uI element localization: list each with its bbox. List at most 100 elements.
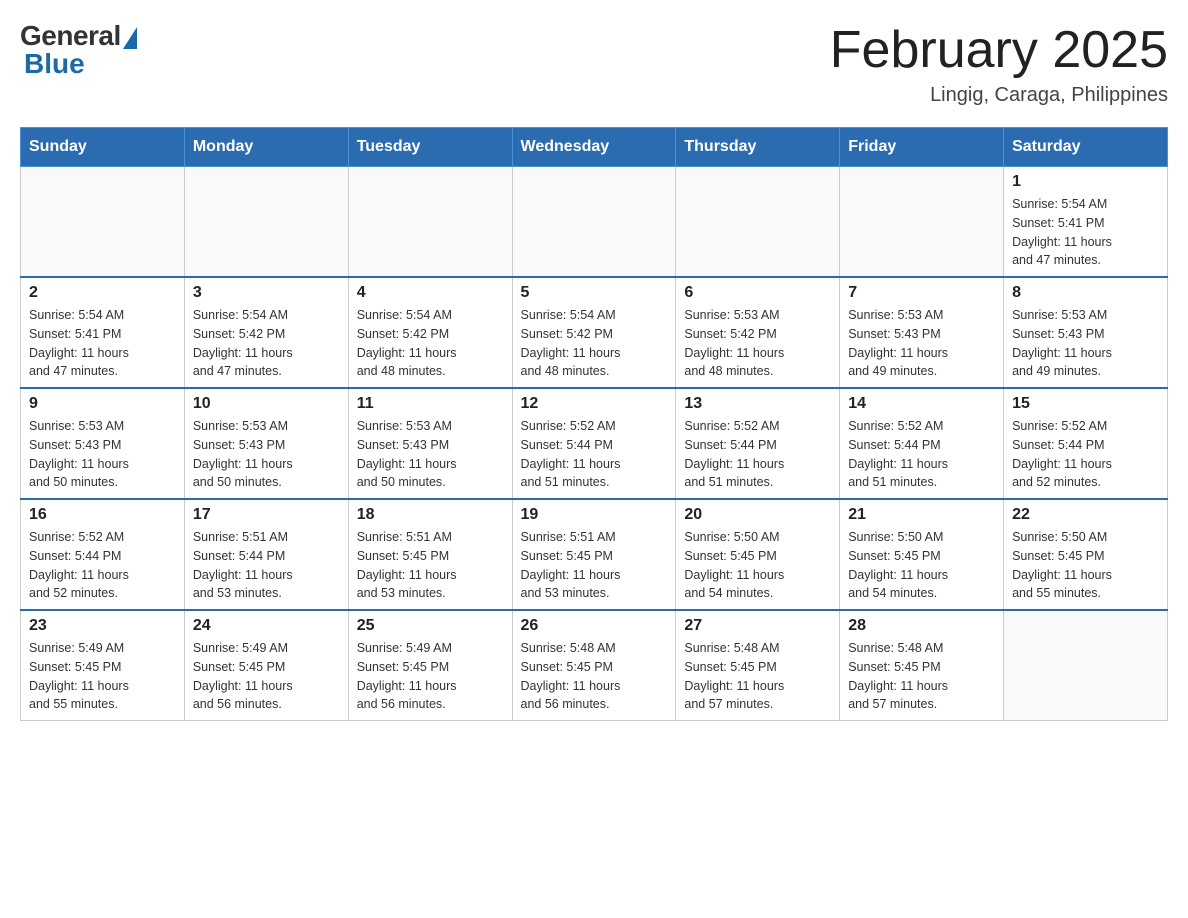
calendar-table: SundayMondayTuesdayWednesdayThursdayFrid…: [20, 127, 1168, 721]
calendar-day-cell: 17 Sunrise: 5:51 AMSunset: 5:44 PMDayligh…: [184, 499, 348, 610]
calendar-day-cell: 27 Sunrise: 5:48 AMSunset: 5:45 PMDayligh…: [676, 610, 840, 721]
calendar-day-cell: 4 Sunrise: 5:54 AMSunset: 5:42 PMDaylight…: [348, 277, 512, 388]
day-number: 4: [357, 284, 504, 302]
day-number: 12: [521, 395, 668, 413]
calendar-week-row: 23 Sunrise: 5:49 AMSunset: 5:45 PMDayligh…: [21, 610, 1168, 721]
calendar-day-cell: [512, 167, 676, 278]
day-number: 13: [684, 395, 831, 413]
calendar-day-cell: 25 Sunrise: 5:49 AMSunset: 5:45 PMDayligh…: [348, 610, 512, 721]
day-number: 22: [1012, 506, 1159, 524]
day-of-week-header: Friday: [840, 128, 1004, 167]
logo-triangle-icon: [123, 27, 137, 49]
day-number: 11: [357, 395, 504, 413]
logo: General Blue: [20, 20, 137, 80]
day-number: 27: [684, 617, 831, 635]
day-number: 23: [29, 617, 176, 635]
calendar-day-cell: 5 Sunrise: 5:54 AMSunset: 5:42 PMDaylight…: [512, 277, 676, 388]
day-info: Sunrise: 5:53 AMSunset: 5:43 PMDaylight:…: [1012, 306, 1159, 381]
day-info: Sunrise: 5:52 AMSunset: 5:44 PMDaylight:…: [684, 417, 831, 492]
calendar-day-cell: 21Sunrise: 5:50 AMSunset: 5:45 PMDayligh…: [840, 499, 1004, 610]
day-info: Sunrise: 5:54 AMSunset: 5:42 PMDaylight:…: [357, 306, 504, 381]
calendar-day-cell: 15 Sunrise: 5:52 AMSunset: 5:44 PMDayligh…: [1004, 388, 1168, 499]
day-number: 1: [1012, 173, 1159, 191]
calendar-week-row: 9 Sunrise: 5:53 AMSunset: 5:43 PMDaylight…: [21, 388, 1168, 499]
day-info: Sunrise: 5:50 AMSunset: 5:45 PMDaylight:…: [684, 528, 831, 603]
day-number: 8: [1012, 284, 1159, 302]
day-info: Sunrise: 5:50 AMSunset: 5:45 PMDaylight:…: [1012, 528, 1159, 603]
day-info: Sunrise: 5:52 AMSunset: 5:44 PMDaylight:…: [29, 528, 176, 603]
day-number: 25: [357, 617, 504, 635]
day-number: 20: [684, 506, 831, 524]
calendar-day-cell: 23 Sunrise: 5:49 AMSunset: 5:45 PMDayligh…: [21, 610, 185, 721]
day-info: Sunrise: 5:53 AMSunset: 5:43 PMDaylight:…: [29, 417, 176, 492]
page-header: General Blue February 2025 Lingig, Carag…: [20, 20, 1168, 107]
day-info: Sunrise: 5:54 AMSunset: 5:41 PMDaylight:…: [1012, 195, 1159, 270]
day-info: Sunrise: 5:48 AMSunset: 5:45 PMDaylight:…: [521, 639, 668, 714]
day-info: Sunrise: 5:54 AMSunset: 5:41 PMDaylight:…: [29, 306, 176, 381]
day-number: 21: [848, 506, 995, 524]
calendar-day-cell: 10Sunrise: 5:53 AMSunset: 5:43 PMDayligh…: [184, 388, 348, 499]
day-info: Sunrise: 5:51 AMSunset: 5:45 PMDaylight:…: [521, 528, 668, 603]
day-number: 26: [521, 617, 668, 635]
day-of-week-header: Sunday: [21, 128, 185, 167]
day-number: 14: [848, 395, 995, 413]
day-number: 19: [521, 506, 668, 524]
day-number: 6: [684, 284, 831, 302]
calendar-day-cell: 7 Sunrise: 5:53 AMSunset: 5:43 PMDaylight…: [840, 277, 1004, 388]
calendar-day-cell: 13 Sunrise: 5:52 AMSunset: 5:44 PMDayligh…: [676, 388, 840, 499]
title-section: February 2025 Lingig, Caraga, Philippine…: [830, 20, 1168, 107]
calendar-day-cell: 24 Sunrise: 5:49 AMSunset: 5:45 PMDayligh…: [184, 610, 348, 721]
day-number: 28: [848, 617, 995, 635]
day-info: Sunrise: 5:51 AMSunset: 5:45 PMDaylight:…: [357, 528, 504, 603]
calendar-body: 1 Sunrise: 5:54 AMSunset: 5:41 PMDaylight…: [21, 167, 1168, 721]
day-info: Sunrise: 5:54 AMSunset: 5:42 PMDaylight:…: [193, 306, 340, 381]
calendar-day-cell: 6 Sunrise: 5:53 AMSunset: 5:42 PMDaylight…: [676, 277, 840, 388]
day-info: Sunrise: 5:49 AMSunset: 5:45 PMDaylight:…: [193, 639, 340, 714]
day-number: 18: [357, 506, 504, 524]
calendar-day-cell: 14Sunrise: 5:52 AMSunset: 5:44 PMDayligh…: [840, 388, 1004, 499]
day-info: Sunrise: 5:52 AMSunset: 5:44 PMDaylight:…: [1012, 417, 1159, 492]
day-number: 7: [848, 284, 995, 302]
calendar-day-cell: 16 Sunrise: 5:52 AMSunset: 5:44 PMDayligh…: [21, 499, 185, 610]
calendar-header: SundayMondayTuesdayWednesdayThursdayFrid…: [21, 128, 1168, 167]
header-row: SundayMondayTuesdayWednesdayThursdayFrid…: [21, 128, 1168, 167]
day-number: 5: [521, 284, 668, 302]
calendar-day-cell: 3Sunrise: 5:54 AMSunset: 5:42 PMDaylight…: [184, 277, 348, 388]
day-info: Sunrise: 5:49 AMSunset: 5:45 PMDaylight:…: [29, 639, 176, 714]
day-info: Sunrise: 5:54 AMSunset: 5:42 PMDaylight:…: [521, 306, 668, 381]
day-of-week-header: Tuesday: [348, 128, 512, 167]
calendar-day-cell: 1 Sunrise: 5:54 AMSunset: 5:41 PMDaylight…: [1004, 167, 1168, 278]
day-info: Sunrise: 5:53 AMSunset: 5:42 PMDaylight:…: [684, 306, 831, 381]
calendar-day-cell: [840, 167, 1004, 278]
day-info: Sunrise: 5:53 AMSunset: 5:43 PMDaylight:…: [848, 306, 995, 381]
calendar-week-row: 16 Sunrise: 5:52 AMSunset: 5:44 PMDayligh…: [21, 499, 1168, 610]
month-title: February 2025: [830, 20, 1168, 80]
calendar-day-cell: [348, 167, 512, 278]
day-number: 24: [193, 617, 340, 635]
calendar-day-cell: 9 Sunrise: 5:53 AMSunset: 5:43 PMDaylight…: [21, 388, 185, 499]
calendar-day-cell: [1004, 610, 1168, 721]
day-info: Sunrise: 5:49 AMSunset: 5:45 PMDaylight:…: [357, 639, 504, 714]
calendar-day-cell: 12 Sunrise: 5:52 AMSunset: 5:44 PMDayligh…: [512, 388, 676, 499]
day-info: Sunrise: 5:52 AMSunset: 5:44 PMDaylight:…: [521, 417, 668, 492]
day-number: 16: [29, 506, 176, 524]
day-info: Sunrise: 5:51 AMSunset: 5:44 PMDaylight:…: [193, 528, 340, 603]
calendar-day-cell: [21, 167, 185, 278]
calendar-day-cell: 20 Sunrise: 5:50 AMSunset: 5:45 PMDayligh…: [676, 499, 840, 610]
calendar-day-cell: 28Sunrise: 5:48 AMSunset: 5:45 PMDayligh…: [840, 610, 1004, 721]
day-number: 17: [193, 506, 340, 524]
calendar-day-cell: 11 Sunrise: 5:53 AMSunset: 5:43 PMDayligh…: [348, 388, 512, 499]
calendar-day-cell: 26 Sunrise: 5:48 AMSunset: 5:45 PMDayligh…: [512, 610, 676, 721]
calendar-day-cell: 22 Sunrise: 5:50 AMSunset: 5:45 PMDayligh…: [1004, 499, 1168, 610]
calendar-day-cell: 19 Sunrise: 5:51 AMSunset: 5:45 PMDayligh…: [512, 499, 676, 610]
day-number: 15: [1012, 395, 1159, 413]
day-number: 10: [193, 395, 340, 413]
day-info: Sunrise: 5:48 AMSunset: 5:45 PMDaylight:…: [684, 639, 831, 714]
calendar-day-cell: [676, 167, 840, 278]
logo-blue-text: Blue: [24, 48, 85, 80]
day-info: Sunrise: 5:53 AMSunset: 5:43 PMDaylight:…: [357, 417, 504, 492]
day-number: 9: [29, 395, 176, 413]
calendar-week-row: 2Sunrise: 5:54 AMSunset: 5:41 PMDaylight…: [21, 277, 1168, 388]
day-of-week-header: Thursday: [676, 128, 840, 167]
calendar-week-row: 1 Sunrise: 5:54 AMSunset: 5:41 PMDaylight…: [21, 167, 1168, 278]
